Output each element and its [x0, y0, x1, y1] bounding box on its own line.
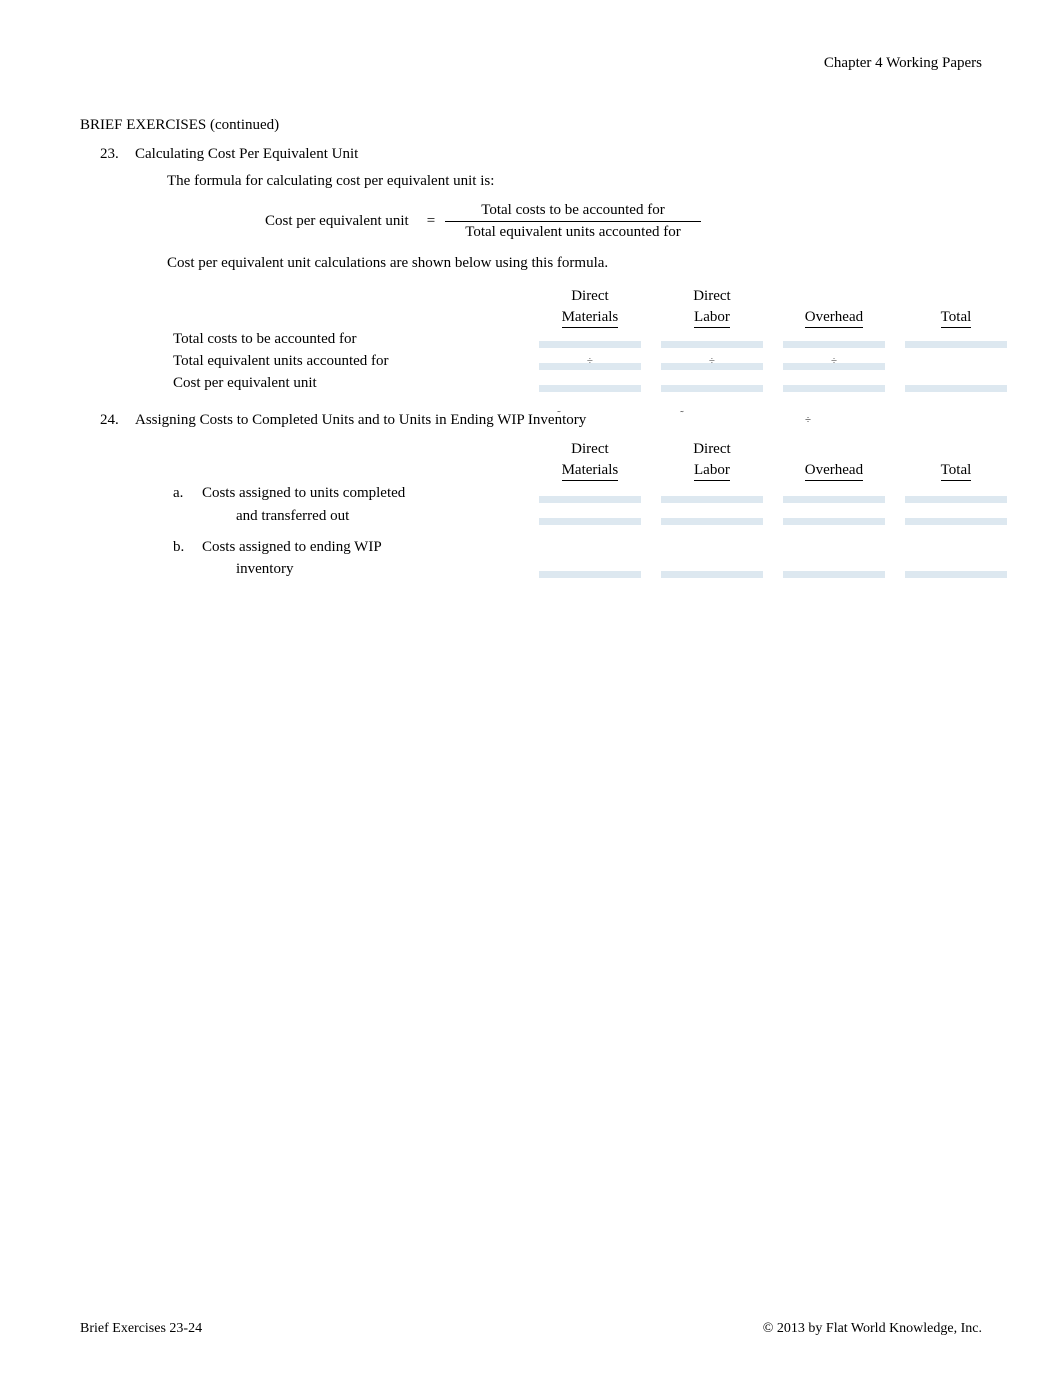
formula-numerator: Total costs to be accounted for	[445, 202, 701, 221]
part-b-text2: inventory	[196, 558, 529, 580]
col-oh: Overhead	[805, 462, 863, 481]
exercise-number-23: 23.	[100, 146, 135, 394]
blank-cell	[895, 350, 1017, 372]
chapter-header: Chapter 4 Working Papers	[80, 55, 982, 72]
blank-cell: ÷	[657, 352, 767, 370]
exercise-23-subintro: Cost per equivalent unit calculations ar…	[167, 255, 1017, 272]
row-equiv-units: Total equivalent units accounted for	[167, 350, 529, 372]
exercise-23-title: Calculating Cost Per Equivalent Unit	[135, 146, 1017, 163]
blank-header	[196, 439, 529, 460]
blank-header	[167, 460, 196, 481]
assign-table: Direct Direct Materials Labor Overhead T…	[167, 439, 1017, 580]
part-a-text1: Costs assigned to units completed	[196, 481, 529, 505]
col-dl-1: Direct	[651, 286, 773, 307]
blank-cell	[779, 485, 889, 503]
col-oh: Overhead	[805, 309, 863, 328]
blank-cell	[895, 535, 1017, 558]
blank-cell	[651, 535, 773, 558]
blank-cell	[779, 330, 889, 348]
col-total: Total	[941, 309, 972, 328]
blank-cell: ÷	[779, 352, 889, 370]
exercise-number-24: 24.	[100, 412, 135, 580]
col-dm-2: Materials	[562, 309, 619, 328]
blank-cell: ÷	[535, 352, 645, 370]
blank-cell	[167, 505, 196, 527]
blank-cell	[535, 330, 645, 348]
col-dm-1: Direct	[529, 439, 651, 460]
exercise-24-title: Assigning Costs to Completed Units and t…	[135, 412, 1017, 429]
exercise-23: 23. Calculating Cost Per Equivalent Unit…	[100, 146, 982, 394]
blank-cell	[779, 374, 889, 392]
blank-header	[895, 439, 1017, 460]
formula-denominator: Total equivalent units accounted for	[445, 221, 701, 241]
blank-cell	[901, 560, 1011, 578]
blank-cell	[779, 507, 889, 525]
row-total-costs: Total costs to be accounted for	[167, 328, 529, 350]
col-dl-2: Labor	[694, 462, 730, 481]
blank-cell	[535, 374, 645, 392]
blank-header	[773, 439, 895, 460]
blank-cell	[901, 485, 1011, 503]
col-dm-1: Direct	[529, 286, 651, 307]
footer-right: © 2013 by Flat World Knowledge, Inc.	[763, 1321, 982, 1337]
formula: Cost per equivalent unit = Total costs t…	[265, 202, 1017, 241]
blank-header	[895, 286, 1017, 307]
tilde-symbol: ˜	[680, 409, 684, 421]
col-dm-2: Materials	[562, 462, 619, 481]
blank-cell	[657, 485, 767, 503]
blank-cell	[657, 374, 767, 392]
tilde-symbol: ˜	[557, 409, 561, 421]
exercise-24-title-text: Assigning Costs to Completed Units and t…	[135, 412, 586, 428]
blank-cell	[657, 330, 767, 348]
blank-cell	[535, 485, 645, 503]
exercise-24: 24. Assigning Costs to Completed Units a…	[100, 412, 982, 580]
cost-table: Direct Direct Materials Labor Overhead T…	[167, 286, 1017, 394]
blank-cell	[779, 560, 889, 578]
blank-header	[773, 286, 895, 307]
blank-cell	[657, 507, 767, 525]
blank-header	[167, 307, 529, 328]
blank-cell	[529, 535, 651, 558]
section-title: BRIEF EXERCISES (continued)	[80, 117, 982, 134]
divide-symbol: ÷	[831, 355, 837, 367]
part-a-label: a.	[167, 481, 196, 505]
blank-cell	[773, 535, 895, 558]
blank-cell	[167, 558, 196, 580]
divide-symbol: ÷	[805, 414, 811, 426]
col-total: Total	[941, 462, 972, 481]
part-b-text1: Costs assigned to ending WIP	[196, 535, 529, 558]
formula-lhs: Cost per equivalent unit	[265, 213, 417, 230]
blank-cell	[657, 560, 767, 578]
part-b-label: b.	[167, 535, 196, 558]
page-footer: Brief Exercises 23-24 © 2013 by Flat Wor…	[80, 1321, 982, 1337]
blank-header	[167, 286, 529, 307]
blank-cell	[901, 330, 1011, 348]
blank-cell	[535, 560, 645, 578]
divide-symbol: ÷	[587, 355, 593, 367]
col-dl-1: Direct	[651, 439, 773, 460]
divide-symbol: ÷	[709, 355, 715, 367]
row-cost-per-unit: Cost per equivalent unit	[167, 372, 529, 394]
col-dl-2: Labor	[694, 309, 730, 328]
exercise-23-intro: The formula for calculating cost per equ…	[167, 173, 1017, 190]
part-a-text2: and transferred out	[196, 505, 529, 527]
equals-sign: =	[417, 213, 445, 230]
blank-cell	[535, 507, 645, 525]
blank-header	[167, 439, 196, 460]
blank-header	[196, 460, 529, 481]
blank-cell	[901, 507, 1011, 525]
blank-cell	[901, 374, 1011, 392]
footer-left: Brief Exercises 23-24	[80, 1321, 202, 1337]
